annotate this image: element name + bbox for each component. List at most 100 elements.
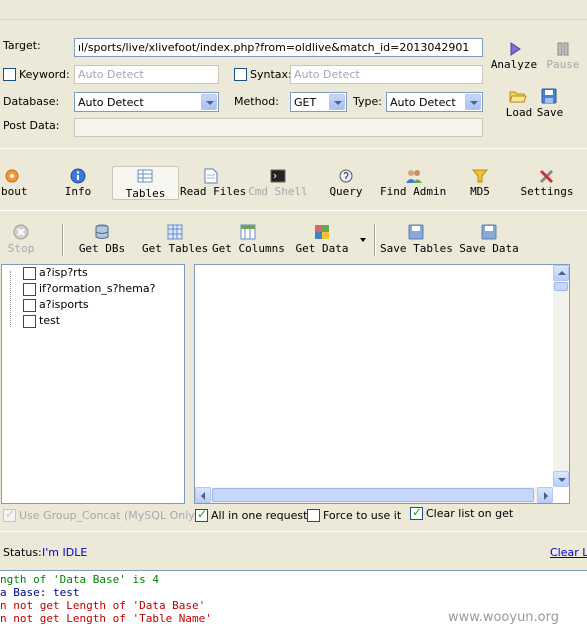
stop-label: Stop [7, 242, 35, 255]
stop-button[interactable]: Stop [2, 224, 40, 256]
log-panel[interactable]: ngth of 'Data Base' is 4 a Base: test n … [0, 570, 587, 626]
type-label: Type: [353, 95, 382, 108]
syntax-checkbox[interactable] [234, 68, 247, 81]
tools-icon [539, 169, 554, 184]
tree-line [10, 271, 11, 327]
tree-item[interactable]: a?isports [23, 298, 183, 314]
chevron-right-icon [544, 492, 548, 500]
save-tables-button[interactable]: Save Tables [380, 224, 453, 256]
vertical-scrollbar[interactable] [553, 265, 569, 487]
save-button[interactable]: Save [535, 88, 565, 120]
database-select[interactable]: Auto Detect [74, 92, 219, 112]
get-data-button[interactable]: Get Data [294, 224, 350, 256]
tree-item[interactable]: if?ormation_s?hema? [23, 282, 183, 298]
group-concat-label: Use Group_Concat (MySQL Only) [19, 509, 200, 522]
target-input[interactable]: ıl/sports/live/xlivefoot/index.php?from=… [74, 38, 483, 57]
tables-icon [137, 169, 153, 183]
scroll-up-button[interactable] [553, 265, 569, 281]
grid-icon [167, 224, 183, 240]
toolbar-readfiles[interactable]: Read Files [180, 168, 247, 200]
chevron-up-icon [558, 271, 566, 275]
pause-icon [557, 42, 569, 56]
database-select-value: Auto Detect [78, 96, 144, 109]
all-in-one-checkbox[interactable] [195, 507, 208, 522]
play-icon [510, 42, 521, 56]
toolbar-about-label: bout [1, 185, 28, 198]
toolbar-readfiles-label: Read Files [180, 185, 247, 198]
clear-list-label: Clear list on get [426, 507, 514, 520]
tree-item-label: a?isp?rts [39, 266, 88, 279]
analyze-label: Analyze [490, 58, 538, 71]
terminal-icon [270, 169, 286, 183]
get-columns-button[interactable]: Get Columns [212, 224, 285, 256]
type-select[interactable]: Auto Detect [386, 92, 483, 112]
toolbar-findadmin[interactable]: Find Admin [380, 168, 446, 200]
analyze-button[interactable]: Analyze [490, 40, 538, 72]
data-icon [315, 225, 329, 239]
force-label: Force to use it [323, 509, 402, 522]
toolbar-settings[interactable]: Settings [520, 168, 574, 200]
data-grid[interactable] [194, 264, 570, 504]
document-icon [204, 168, 218, 184]
scroll-down-button[interactable] [553, 471, 569, 487]
tree-item[interactable]: test [23, 314, 183, 330]
divider [0, 531, 587, 532]
save-tables-label: Save Tables [380, 242, 453, 255]
folder-open-icon [509, 91, 527, 103]
tree-item-checkbox[interactable] [23, 315, 36, 328]
tree-item-checkbox[interactable] [23, 283, 36, 296]
toolbar-md5[interactable]: MD5 [464, 168, 496, 200]
syntax-input[interactable]: Auto Detect [290, 65, 483, 84]
toolbar-settings-label: Settings [520, 185, 574, 198]
users-icon [406, 170, 422, 183]
toolbar-md5-label: MD5 [470, 185, 490, 198]
method-select[interactable]: GET [290, 92, 347, 112]
load-button[interactable]: Load [503, 88, 535, 120]
toolbar-separator [62, 224, 64, 256]
keyword-checkbox[interactable] [3, 68, 16, 81]
columns-icon [240, 224, 256, 240]
scroll-left-button[interactable] [195, 487, 211, 503]
load-label: Load [505, 106, 533, 119]
chevron-down-icon [465, 94, 481, 110]
clear-list-checkbox[interactable] [410, 505, 423, 520]
get-tables-button[interactable]: Get Tables [142, 224, 208, 256]
toolbar-tables[interactable]: Tables [113, 168, 178, 200]
clear-log-link[interactable]: Clear Lo [550, 546, 587, 559]
database-tree[interactable]: a?isp?rts if?ormation_s?hema? a?isports … [1, 264, 185, 504]
tree-item-checkbox[interactable] [23, 299, 36, 312]
database-icon [95, 224, 109, 239]
scroll-thumb[interactable] [554, 282, 568, 291]
get-data-label: Get Data [295, 242, 349, 255]
force-checkbox[interactable] [307, 509, 320, 522]
query-icon [339, 169, 353, 183]
floppy-icon [541, 88, 557, 104]
tree-item-label: if?ormation_s?hema? [39, 282, 156, 295]
group-concat-checkbox[interactable] [3, 507, 16, 522]
log-line: n not get Length of 'Data Base' [0, 599, 206, 612]
save-data-button[interactable]: Save Data [456, 224, 522, 256]
tree-item-checkbox[interactable] [23, 267, 36, 280]
horizontal-scrollbar[interactable] [195, 487, 553, 503]
tree-item[interactable]: a?isp?rts [23, 266, 183, 282]
method-label: Method: [234, 95, 279, 108]
toolbar-info[interactable]: Info [60, 168, 96, 200]
syntax-label: Syntax: [250, 68, 292, 81]
postdata-input[interactable] [74, 118, 483, 137]
pause-button[interactable]: Pause [541, 40, 585, 72]
funnel-icon [472, 169, 488, 183]
get-dbs-button[interactable]: Get DBs [76, 224, 128, 256]
keyword-input[interactable]: Auto Detect [74, 65, 219, 84]
type-select-value: Auto Detect [390, 96, 456, 109]
get-data-dropdown-arrow[interactable] [360, 238, 366, 242]
floppy-icon [481, 224, 497, 240]
about-icon [5, 169, 19, 183]
get-columns-label: Get Columns [212, 242, 285, 255]
toolbar-cmdshell[interactable]: Cmd Shell [248, 168, 308, 200]
toolbar-cmdshell-label: Cmd Shell [248, 185, 308, 198]
toolbar-query[interactable]: Query [326, 168, 366, 200]
log-line: a Base: test [0, 586, 80, 599]
scroll-right-button[interactable] [537, 487, 553, 503]
toolbar-about[interactable]: bout [0, 168, 32, 200]
scroll-thumb[interactable] [212, 488, 534, 502]
